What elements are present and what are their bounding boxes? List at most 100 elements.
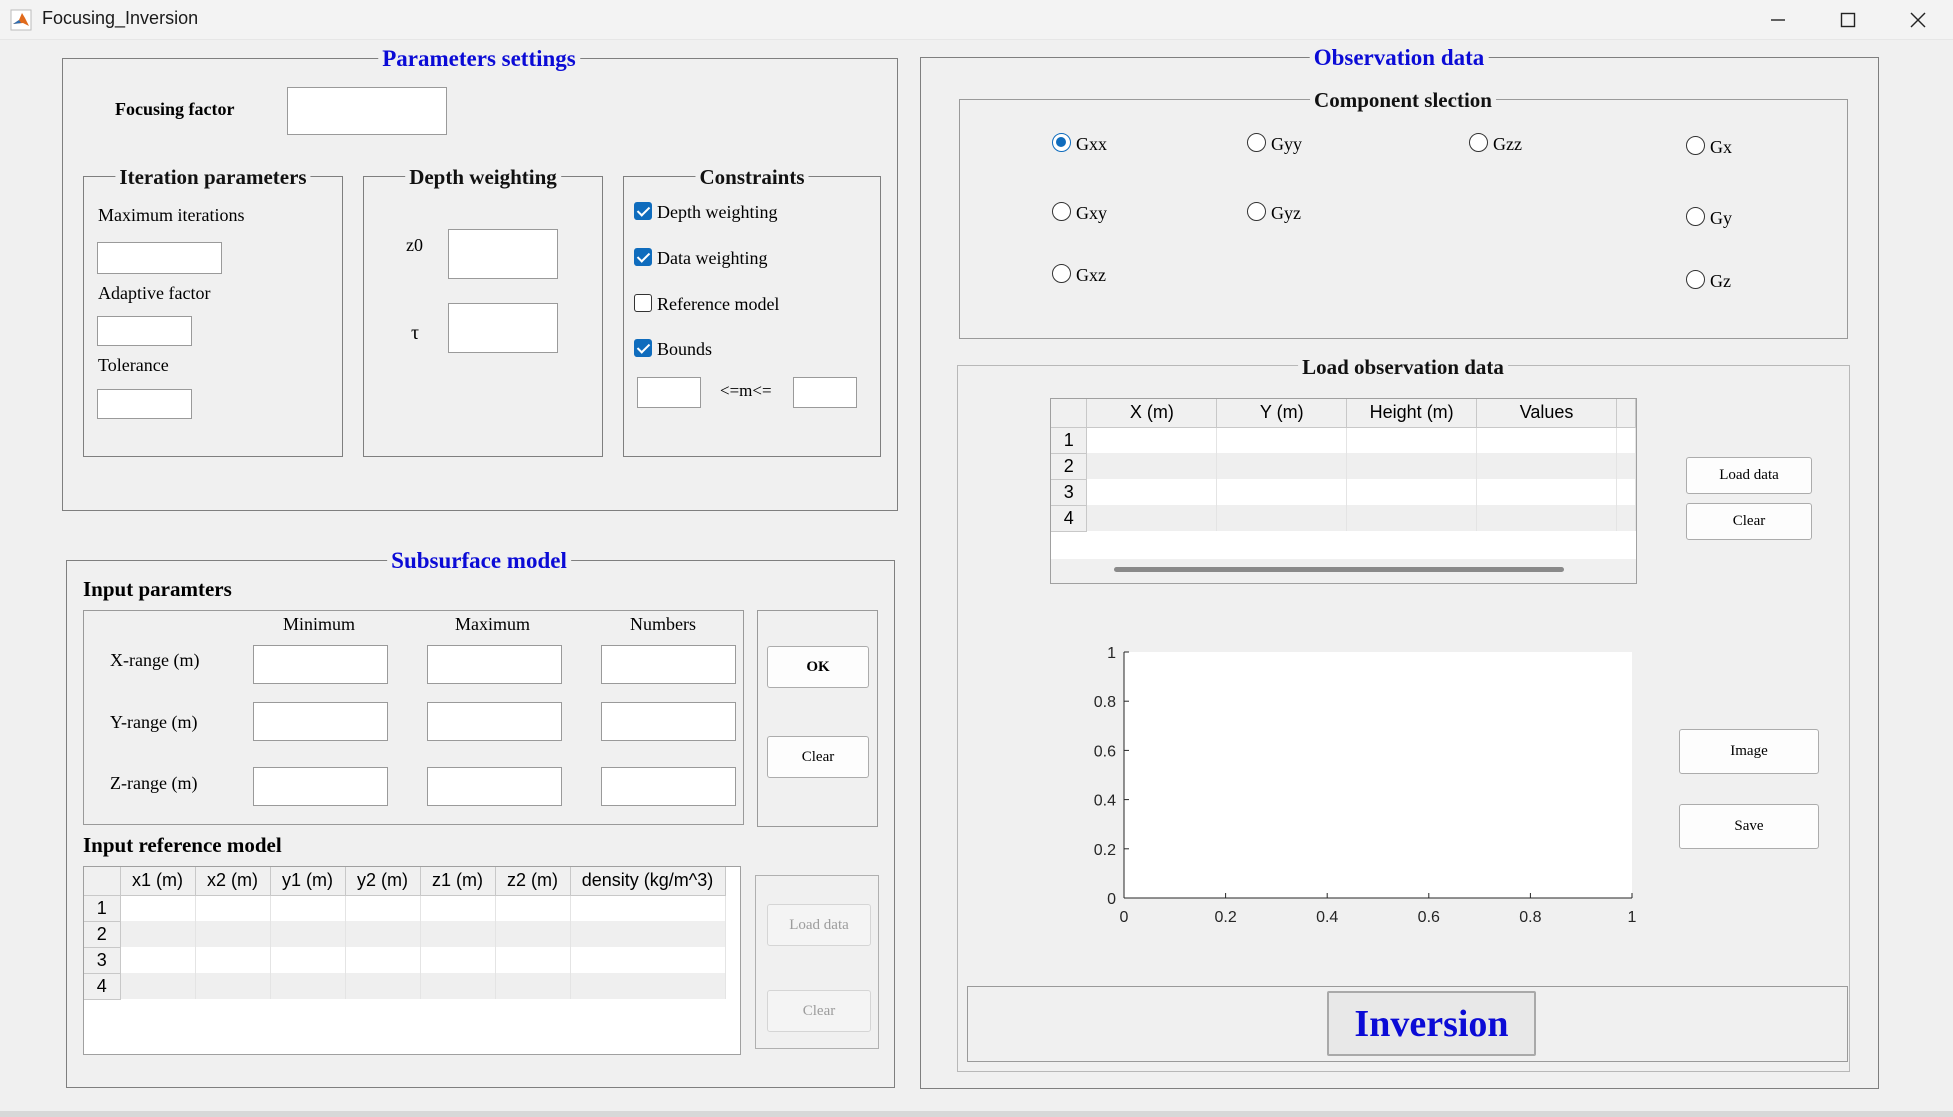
bottom-border	[0, 1111, 1953, 1117]
range-clear-button[interactable]: Clear	[767, 736, 869, 778]
gxz-label: Gxz	[1076, 265, 1106, 285]
maximize-button[interactable]	[1813, 0, 1883, 40]
radio-gyy[interactable]	[1247, 133, 1266, 152]
obs-col-header: Height (m)	[1346, 399, 1478, 428]
minimize-button[interactable]	[1743, 0, 1813, 40]
horizontal-scrollbar[interactable]	[1051, 559, 1636, 583]
ok-button[interactable]: OK	[767, 646, 869, 688]
obs-clear-button[interactable]: Clear	[1686, 503, 1812, 540]
x-tick-label: 0.2	[1214, 909, 1236, 926]
y-num-input[interactable]	[601, 702, 736, 741]
image-button[interactable]: Image	[1679, 729, 1819, 774]
gyz-label: Gyz	[1271, 203, 1301, 223]
obs-col-header: Y (m)	[1216, 399, 1348, 428]
radio-gxy[interactable]	[1052, 202, 1071, 221]
y-min-input[interactable]	[253, 702, 388, 741]
gxy-label: Gxy	[1076, 203, 1107, 223]
x-tick-label: 0.6	[1418, 909, 1440, 926]
gx-label: Gx	[1710, 137, 1732, 157]
radio-gxz[interactable]	[1052, 264, 1071, 283]
close-button[interactable]	[1883, 0, 1953, 40]
radio-gyz[interactable]	[1247, 202, 1266, 221]
table-row: 3	[84, 947, 726, 974]
x-range-label: X-range (m)	[110, 650, 200, 670]
tau-label: τ	[411, 322, 420, 344]
tau-input[interactable]	[448, 303, 558, 353]
chart-svg: 0 0.2 0.4 0.6 0.8 1 0 0.2 0.4 0.6 0.8 1	[1094, 645, 1637, 926]
radio-gzz[interactable]	[1469, 133, 1488, 152]
load-title: Load observation data	[1298, 357, 1508, 378]
bounds-label: Bounds	[657, 339, 713, 359]
reference-model-checkbox[interactable]	[634, 294, 652, 312]
x-tick-label: 0.4	[1316, 909, 1338, 926]
z0-input[interactable]	[448, 229, 558, 279]
reference-model-label: Reference model	[657, 294, 780, 314]
x-min-input[interactable]	[253, 645, 388, 684]
plot-area	[1124, 652, 1632, 898]
y-tick-label: 0.8	[1094, 694, 1116, 711]
adaptive-factor-input[interactable]	[97, 316, 192, 346]
x-tick-label: 0	[1120, 909, 1129, 926]
minimize-icon	[1771, 19, 1785, 21]
obs-col-header: X (m)	[1086, 399, 1218, 428]
radio-gz[interactable]	[1686, 270, 1705, 289]
depth-weighting-checkbox[interactable]	[634, 202, 652, 220]
radio-gxx[interactable]	[1052, 133, 1071, 152]
z0-label: z0	[406, 235, 423, 255]
table-row: 4	[1051, 505, 1636, 532]
z-num-input[interactable]	[601, 767, 736, 806]
ref-clear-button[interactable]: Clear	[767, 990, 871, 1032]
ref-load-data-button[interactable]: Load data	[767, 904, 871, 946]
inversion-button[interactable]: Inversion	[1327, 991, 1536, 1056]
ref-col-header: x1 (m)	[120, 867, 196, 896]
y-tick-label: 0.6	[1094, 743, 1116, 760]
table-row: 2	[84, 921, 726, 948]
table-row: 1	[1051, 427, 1636, 454]
constraints-title: Constraints	[695, 167, 809, 188]
gz-label: Gz	[1710, 271, 1731, 291]
depth-weighting-label: Depth weighting	[657, 202, 778, 222]
focusing-factor-input[interactable]	[287, 87, 447, 135]
input-parameters-title: Input paramters	[83, 577, 232, 601]
bounds-checkbox[interactable]	[634, 339, 652, 357]
component-title: Component slection	[1310, 90, 1496, 111]
lower-bound-input[interactable]	[637, 377, 701, 408]
load-data-button[interactable]: Load data	[1686, 457, 1812, 494]
parameters-title: Parameters settings	[378, 47, 580, 70]
adaptive-factor-label: Adaptive factor	[98, 283, 211, 303]
range-buttons-panel	[757, 610, 878, 827]
radio-gy[interactable]	[1686, 207, 1705, 226]
subsurface-title: Subsurface model	[387, 549, 571, 572]
x-num-input[interactable]	[601, 645, 736, 684]
maximum-header: Maximum	[455, 614, 530, 634]
tolerance-input[interactable]	[97, 389, 192, 419]
window-title: Focusing_Inversion	[42, 8, 199, 28]
reference-model-title: Input reference model	[83, 833, 282, 857]
x-max-input[interactable]	[427, 645, 562, 684]
focusing-factor-label: Focusing factor	[115, 99, 235, 119]
scrollbar-thumb[interactable]	[1114, 567, 1564, 572]
y-max-input[interactable]	[427, 702, 562, 741]
table-row: 3	[1051, 479, 1636, 506]
data-weighting-checkbox[interactable]	[634, 248, 652, 266]
reference-model-table[interactable]: x1 (m) x2 (m) y1 (m) y2 (m) z1 (m) z2 (m…	[83, 866, 741, 1055]
z-min-input[interactable]	[253, 767, 388, 806]
matlab-icon	[10, 9, 32, 31]
radio-gx[interactable]	[1686, 136, 1705, 155]
ref-col-header: y1 (m)	[270, 867, 346, 896]
z-max-input[interactable]	[427, 767, 562, 806]
corner-cell	[1051, 399, 1088, 428]
max-iterations-input[interactable]	[97, 242, 222, 274]
gy-label: Gy	[1710, 208, 1732, 228]
iteration-title: Iteration parameters	[115, 167, 311, 188]
observation-table[interactable]: X (m) Y (m) Height (m) Values 1 2 3 4	[1050, 398, 1637, 584]
table-row: 1	[84, 895, 726, 922]
bounds-relation-label: <=m<=	[720, 381, 772, 400]
observation-axes[interactable]: 0 0.2 0.4 0.6 0.8 1 0 0.2 0.4 0.6 0.8 1	[1080, 640, 1660, 940]
save-button[interactable]: Save	[1679, 804, 1819, 849]
corner-cell	[84, 867, 121, 896]
upper-bound-input[interactable]	[793, 377, 857, 408]
ref-col-header: density (kg/m^3)	[570, 867, 726, 896]
x-tick-label: 0.8	[1519, 909, 1541, 926]
x-tick-label: 1	[1628, 909, 1637, 926]
